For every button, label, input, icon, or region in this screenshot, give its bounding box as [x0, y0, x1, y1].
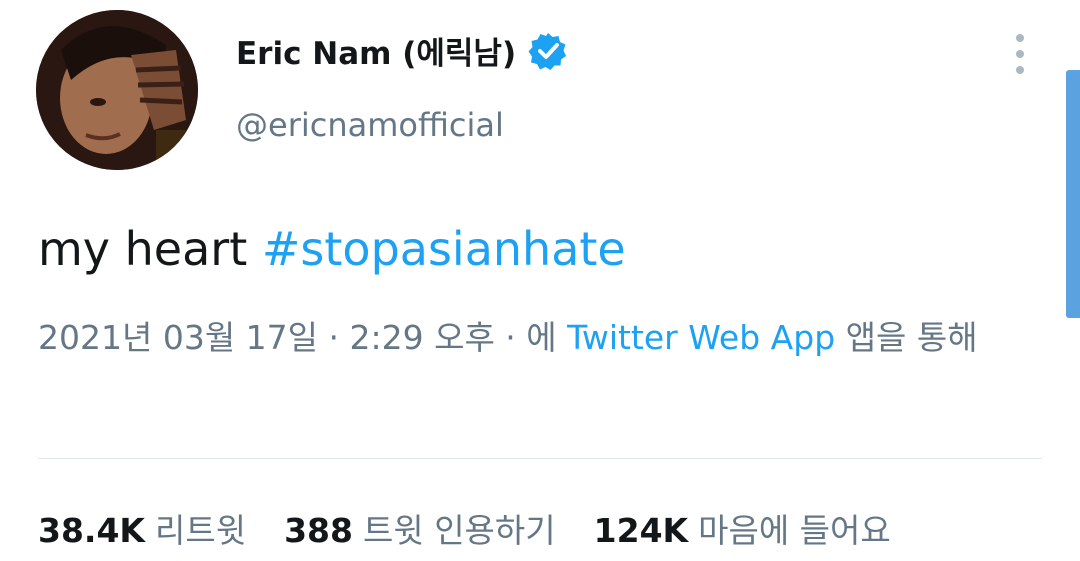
retweets-count: 38.4K — [38, 511, 145, 550]
likes-label: 마음에 들어요 — [698, 511, 891, 550]
tweet-metadata: 2021년 03월 17일 · 2:29 오후 · 에 Twitter Web … — [38, 312, 1018, 364]
divider — [38, 458, 1042, 459]
likes-count: 124K — [593, 511, 689, 550]
retweets-label: 리트윗 — [155, 511, 247, 550]
timestamp[interactable]: 2021년 03월 17일 · 2:29 오후 · 에 — [38, 318, 557, 357]
avatar[interactable] — [36, 10, 198, 170]
avatar-photo — [36, 10, 198, 170]
display-name[interactable]: Eric Nam (에릭남) — [236, 28, 568, 73]
display-name-text[interactable]: Eric Nam (에릭남) — [236, 28, 516, 73]
retweets-stat[interactable]: 38.4K 리트윗 — [38, 504, 246, 552]
user-handle[interactable]: @ericnamofficial — [236, 106, 504, 144]
more-dot — [1016, 66, 1024, 74]
more-dot — [1016, 34, 1024, 42]
more-vertical-icon[interactable] — [1008, 34, 1032, 74]
verified-badge-icon — [528, 31, 568, 71]
quotes-label: 트윗 인용하기 — [362, 511, 556, 550]
likes-stat[interactable]: 124K 마음에 들어요 — [594, 504, 891, 552]
scrollbar[interactable] — [1066, 70, 1080, 318]
client-suffix: 앱을 통해 — [845, 318, 978, 357]
quotes-count: 388 — [284, 511, 353, 550]
more-dot — [1016, 50, 1024, 58]
client-link[interactable]: Twitter Web App — [567, 318, 835, 357]
quotes-stat[interactable]: 388 트윗 인용하기 — [284, 504, 556, 552]
hashtag-link[interactable]: #stopasianhate — [262, 222, 626, 276]
tweet-text: my heart #stopasianhate — [38, 222, 626, 276]
tweet-body: my heart — [38, 222, 262, 276]
engagement-stats: 38.4K 리트윗 388 트윗 인용하기 124K 마음에 들어요 — [38, 504, 891, 552]
